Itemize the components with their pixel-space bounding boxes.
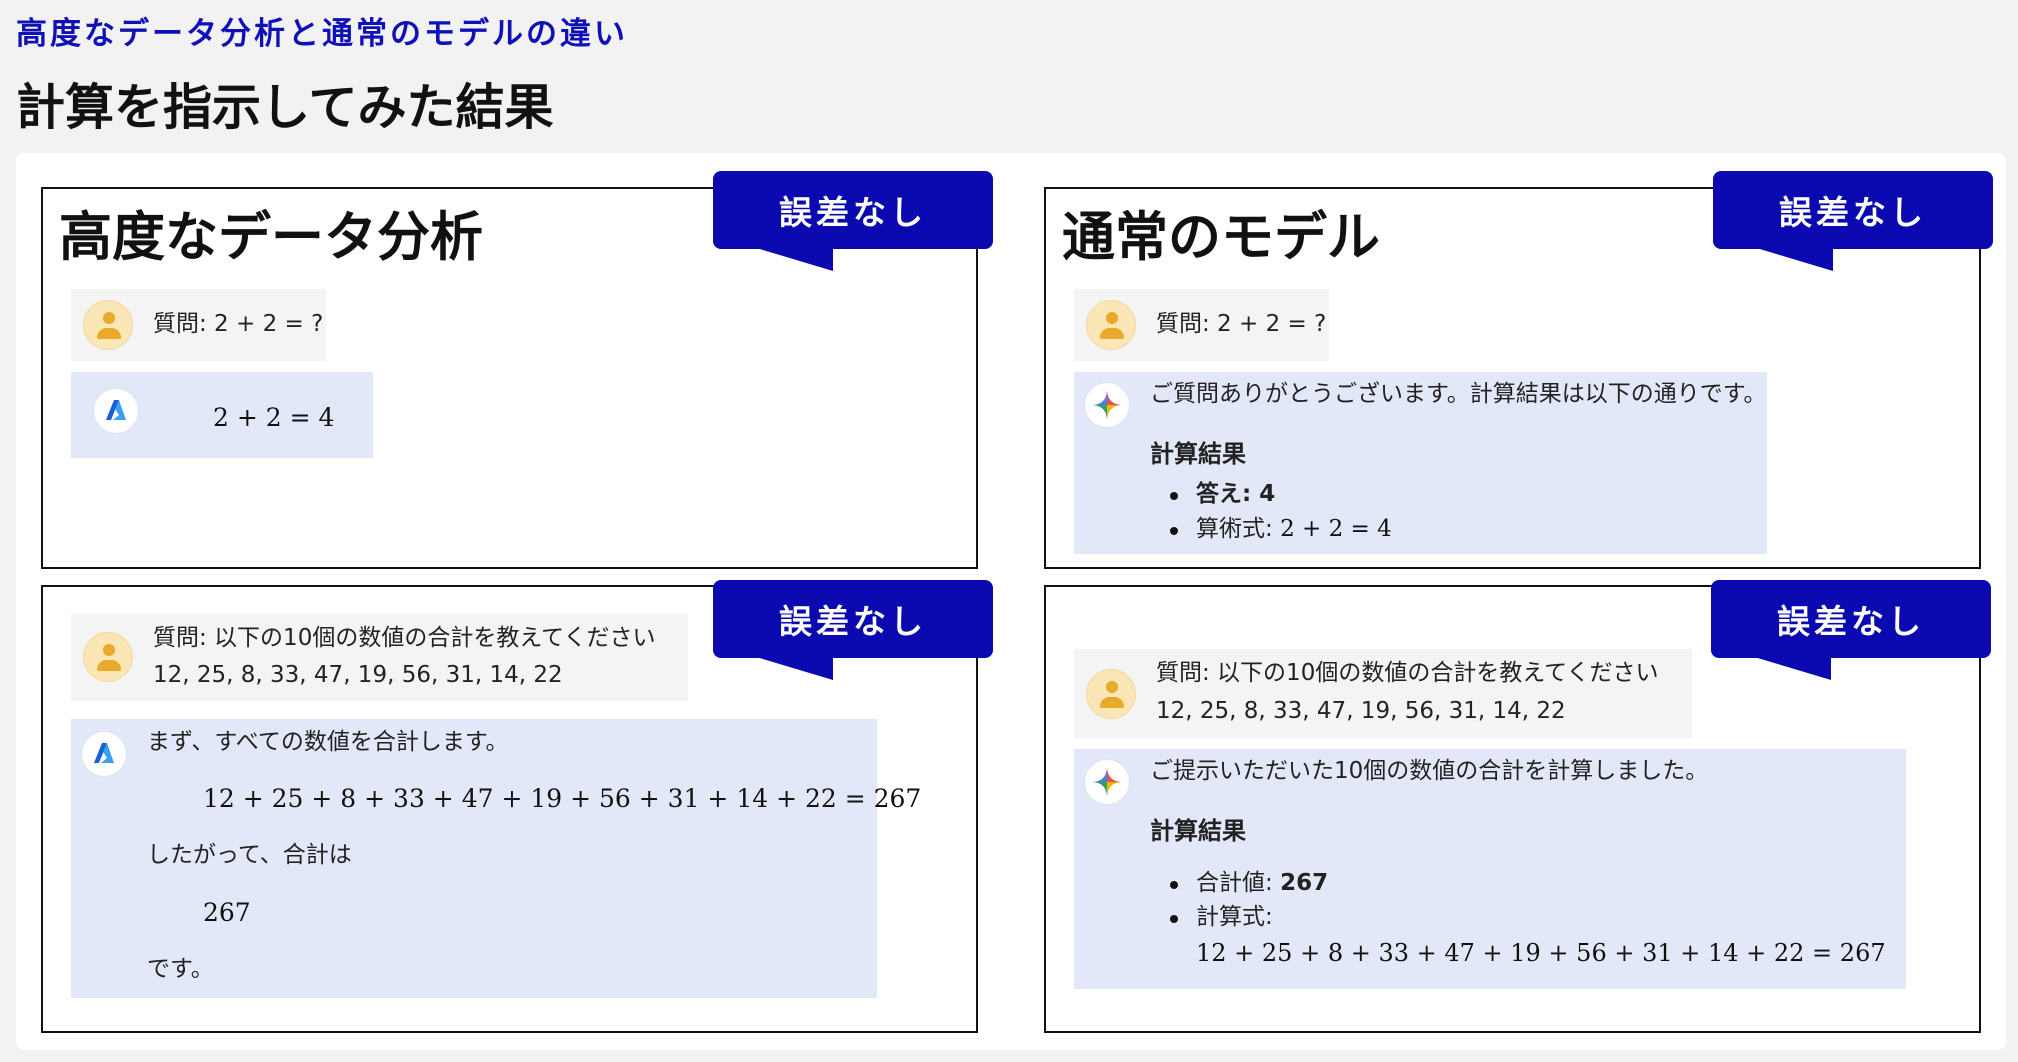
answer-bubble: ご提示いただいた10個の数値の合計を計算しました。 計算結果 合計値: 267 …	[1074, 749, 1906, 989]
bullet-dot	[1170, 915, 1178, 923]
no-error-badge: 誤差なし	[713, 580, 993, 680]
question-text: 質問: 2 + 2 = ?	[153, 311, 324, 337]
no-error-badge: 誤差なし	[713, 171, 993, 271]
bullet-answer-value: 4	[1259, 481, 1276, 507]
result-heading: 計算結果	[1150, 817, 1246, 845]
bullet-total: 合計値: 267	[1196, 865, 1328, 902]
badge-label: 誤差なし	[779, 602, 927, 641]
bullet-formula-math: 12 + 25 + 8 + 33 + 47 + 19 + 56 + 31 + 1…	[1196, 939, 1886, 967]
answer-mid: したがって、合計は	[147, 842, 352, 868]
badge-label: 誤差なし	[779, 193, 927, 232]
user-avatar-icon	[1086, 300, 1136, 350]
answer-math: 2 + 2 = 4	[213, 403, 335, 432]
answer-bubble: ご質問ありがとうございます。計算結果は以下の通りです。 計算結果 答え: 4 算…	[1074, 372, 1767, 554]
bullet-dot	[1170, 881, 1178, 889]
question-bubble: 質問: 2 + 2 = ?	[1074, 289, 1329, 361]
answer-intro: ご提示いただいた10個の数値の合計を計算しました。	[1150, 758, 1709, 784]
bullet-answer: 答え: 4	[1196, 476, 1275, 513]
question-line-2: 12, 25, 8, 33, 47, 19, 56, 31, 14, 22	[153, 662, 563, 688]
answer-bubble: まず、すべての数値を合計します。 12 + 25 + 8 + 33 + 47 +…	[71, 719, 921, 998]
question-bubble: 質問: 以下の10個の数値の合計を教えてください 12, 25, 8, 33, …	[71, 614, 688, 701]
question-text: 質問: 2 + 2 = ?	[1156, 311, 1327, 337]
user-avatar-icon	[83, 632, 133, 682]
bullet-total-label: 合計値:	[1196, 870, 1281, 896]
question-line-2: 12, 25, 8, 33, 47, 19, 56, 31, 14, 22	[1156, 698, 1566, 724]
bullet-formula: 算術式: 2 + 2 = 4	[1196, 511, 1392, 548]
bullet-formula-math: 2 + 2 = 4	[1280, 516, 1392, 542]
answer-value: 267	[203, 898, 251, 927]
page-title: 計算を指示してみた結果	[16, 79, 554, 136]
result-heading: 計算結果	[1150, 440, 1246, 468]
badge-label: 誤差なし	[1777, 602, 1925, 641]
answer-formula: 12 + 25 + 8 + 33 + 47 + 19 + 56 + 31 + 1…	[203, 784, 922, 813]
question-line-1: 質問: 以下の10個の数値の合計を教えてください	[1156, 660, 1659, 686]
bullet-formula-label: 計算式:	[1196, 904, 1273, 930]
answer-bubble: 2 + 2 = 4	[71, 372, 373, 458]
answer-intro: まず、すべての数値を合計します。	[147, 729, 509, 755]
azure-logo-icon	[93, 388, 139, 434]
bullet-dot	[1170, 492, 1178, 500]
sparkle-logo-icon	[1084, 382, 1130, 428]
user-avatar-icon	[1086, 669, 1136, 719]
answer-end: です。	[147, 956, 214, 982]
question-bubble: 質問: 2 + 2 = ?	[71, 289, 326, 361]
user-avatar-icon	[83, 300, 133, 350]
bullet-formula-label: 算術式:	[1196, 516, 1281, 542]
no-error-badge: 誤差なし	[1711, 580, 1991, 680]
bullet-total-value: 267	[1280, 870, 1329, 896]
sparkle-logo-icon	[1084, 759, 1130, 805]
page-subtitle: 高度なデータ分析と通常のモデルの違い	[16, 16, 628, 52]
panel-title: 通常のモデル	[1062, 207, 1380, 268]
badge-label: 誤差なし	[1779, 193, 1927, 232]
question-line-1: 質問: 以下の10個の数値の合計を教えてください	[153, 625, 656, 651]
panel-title: 高度なデータ分析	[59, 207, 483, 268]
azure-logo-icon	[81, 731, 127, 777]
bullet-answer-label: 答え:	[1196, 481, 1260, 507]
answer-intro: ご質問ありがとうございます。計算結果は以下の通りです。	[1150, 381, 1767, 407]
no-error-badge: 誤差なし	[1713, 171, 1993, 271]
question-bubble: 質問: 以下の10個の数値の合計を教えてください 12, 25, 8, 33, …	[1074, 649, 1692, 738]
bullet-dot	[1170, 527, 1178, 535]
